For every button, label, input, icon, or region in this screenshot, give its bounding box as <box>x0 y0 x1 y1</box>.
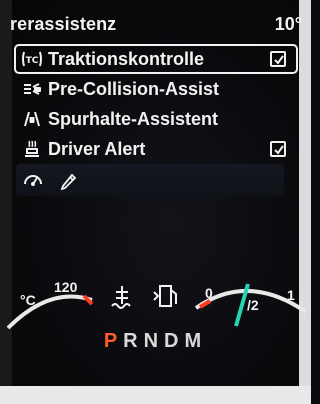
temp-unit-label: °C <box>20 292 36 308</box>
fuel-pump-icon <box>153 285 177 307</box>
pre-collision-icon <box>21 80 43 98</box>
fuel-full-label: 1 <box>287 287 295 303</box>
speed-limit-icon[interactable] <box>22 170 44 190</box>
traction-control-checkbox[interactable] <box>270 51 286 67</box>
active-gear: P <box>103 330 124 352</box>
menu-item-lane-keeping[interactable]: Spurhalte-Assistent <box>16 106 296 132</box>
temp-max-label: 120 <box>54 279 78 295</box>
bottom-bezel <box>0 386 311 404</box>
traction-control-icon: TC <box>21 50 43 68</box>
menu-item-label: Spurhalte-Assistent <box>48 109 219 129</box>
lane-keeping-icon <box>21 110 43 128</box>
svg-text:TC: TC <box>26 56 39 66</box>
menu-item-driver-alert[interactable]: Driver Alert <box>16 136 296 162</box>
menu-item-label: Traktionskontrolle <box>48 49 205 69</box>
menu-item-traction-control[interactable]: TC Traktionskontrolle <box>14 44 298 74</box>
pen-icon[interactable] <box>58 170 78 191</box>
coolant-temp-icon <box>111 286 131 309</box>
driver-alert-icon <box>21 140 43 158</box>
other-gears: RNDM <box>123 330 208 352</box>
menu-item-label: Pre-Collision-Assist <box>48 79 220 99</box>
outside-temperature: 10° <box>274 14 302 34</box>
menu-header: rerassistenz 10° <box>10 14 302 40</box>
fuel-zero-label: 0 <box>205 285 213 301</box>
assist-tools-row[interactable] <box>16 164 284 196</box>
fuel-half-label: /2 <box>247 297 259 313</box>
gear-indicator: PRNDM <box>0 330 311 356</box>
menu-item-label: Driver Alert <box>48 139 146 159</box>
menu-title: rerassistenz <box>10 14 117 34</box>
menu-item-pre-collision[interactable]: Pre-Collision-Assist <box>16 76 296 102</box>
driver-alert-checkbox[interactable] <box>270 141 286 157</box>
